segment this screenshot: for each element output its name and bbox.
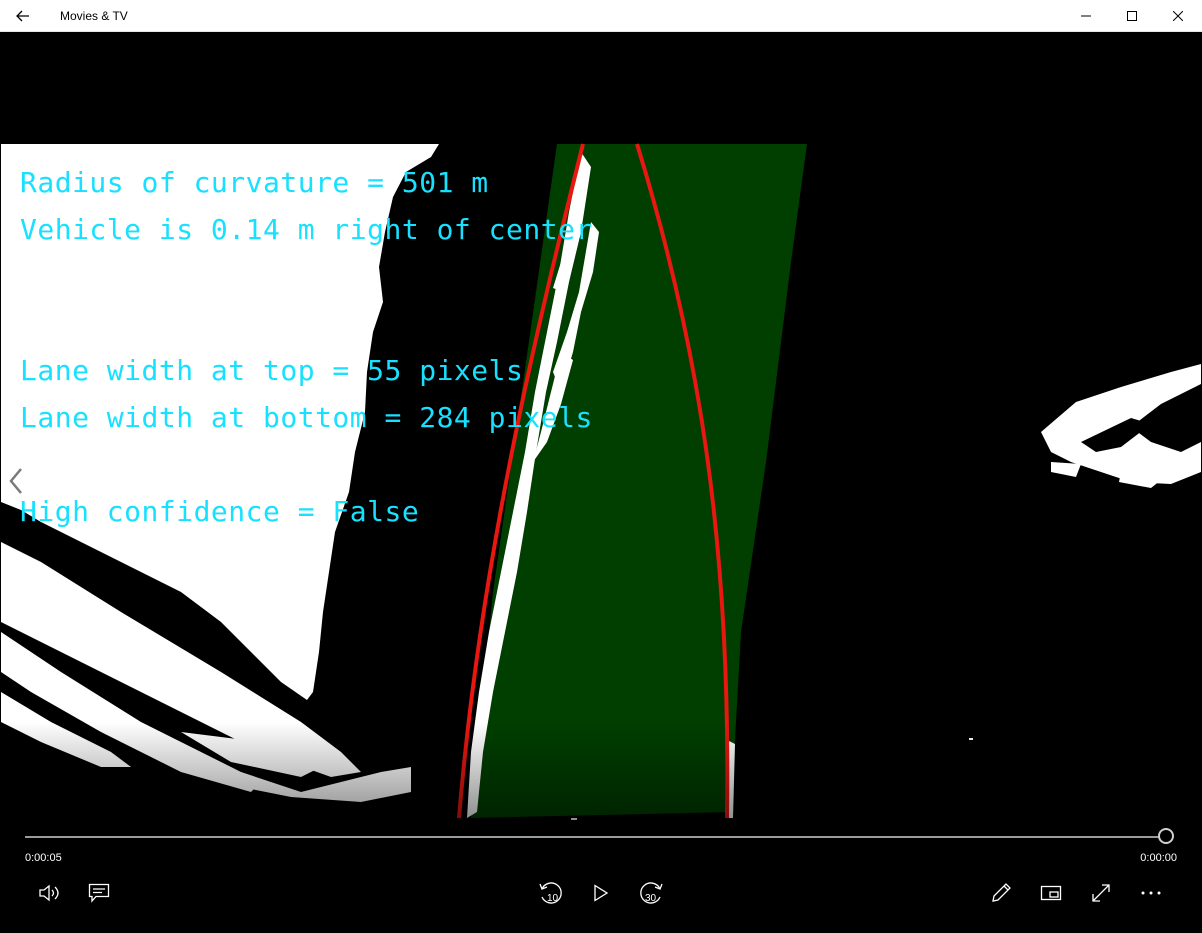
seek-bar[interactable] <box>25 836 1167 838</box>
close-button[interactable] <box>1155 0 1201 32</box>
previous-video-button[interactable] <box>6 466 26 496</box>
minimize-button[interactable] <box>1063 0 1109 32</box>
skip-back-button[interactable]: 10 <box>531 876 571 910</box>
mini-view-button[interactable] <box>1031 876 1071 910</box>
volume-button[interactable] <box>29 876 69 910</box>
maximize-icon <box>1127 11 1137 21</box>
remaining-time: 0:00:00 <box>1140 852 1177 864</box>
skip-back-seconds: 10 <box>547 893 559 904</box>
title-bar: Movies & TV <box>0 0 1202 32</box>
volume-icon <box>39 884 59 902</box>
mini-view-icon <box>1040 885 1062 901</box>
subtitles-button[interactable] <box>79 876 119 910</box>
subtitles-icon <box>88 883 110 903</box>
edit-button[interactable] <box>981 876 1021 910</box>
more-options-button[interactable] <box>1131 876 1171 910</box>
fullscreen-icon <box>1092 884 1110 902</box>
skip-forward-seconds: 30 <box>645 893 657 904</box>
back-arrow-icon <box>16 10 29 22</box>
chevron-left-icon <box>9 468 22 494</box>
close-icon <box>1173 11 1183 21</box>
minimize-icon <box>1081 15 1091 17</box>
fast-forward-icon: 30 <box>640 882 663 904</box>
confidence-label: High confidence = False <box>20 495 420 528</box>
skip-forward-button[interactable]: 30 <box>631 876 671 910</box>
rewind-icon: 10 <box>539 882 562 904</box>
back-button[interactable] <box>0 0 46 32</box>
fullscreen-button[interactable] <box>1081 876 1121 910</box>
lane-width-bottom-label: Lane width at bottom = 284 pixels <box>20 401 593 434</box>
play-button[interactable] <box>581 876 621 910</box>
pencil-icon <box>992 883 1011 902</box>
lane-width-top-label: Lane width at top = 55 pixels <box>20 354 524 387</box>
curvature-label: Radius of curvature = 501 m <box>20 166 489 199</box>
more-icon <box>1141 891 1161 895</box>
play-icon <box>594 884 609 902</box>
app-title: Movies & TV <box>60 9 128 23</box>
video-frame[interactable]: Radius of curvature = 501 m Vehicle is 0… <box>1 32 1201 932</box>
elapsed-time: 0:00:05 <box>25 852 62 864</box>
seek-thumb[interactable] <box>1158 828 1174 844</box>
vehicle-offset-label: Vehicle is 0.14 m right of center <box>20 213 593 246</box>
maximize-button[interactable] <box>1109 0 1155 32</box>
